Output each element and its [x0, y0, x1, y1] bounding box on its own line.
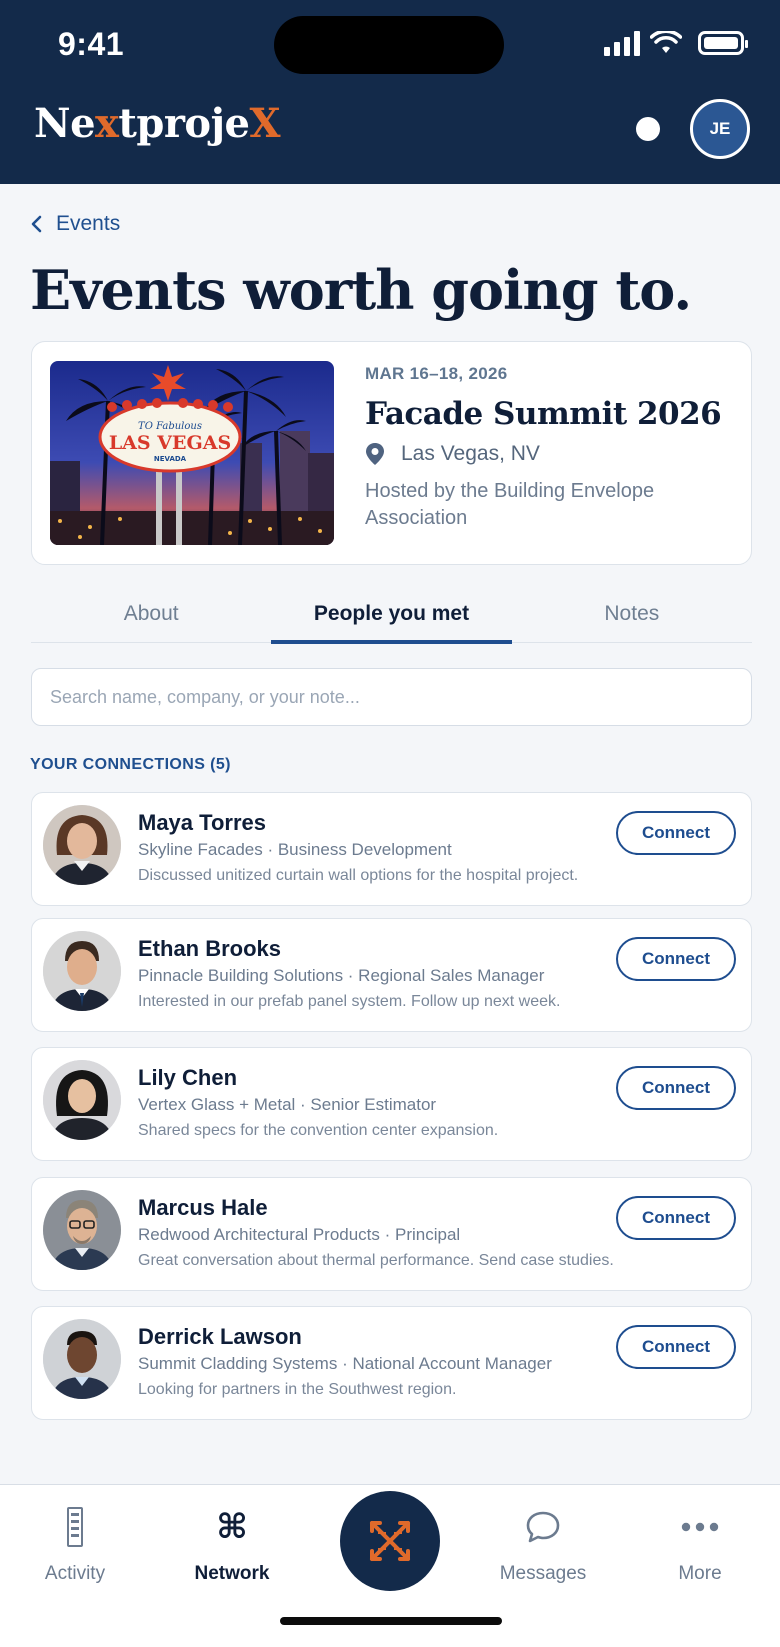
more-dots-icon	[681, 1522, 719, 1532]
profile-avatar[interactable]: JE	[690, 99, 750, 159]
nav-activity-label: Activity	[44, 1563, 106, 1584]
connection-note: Discussed unitized curtain wall options …	[138, 867, 579, 884]
nav-more-label: More	[678, 1563, 722, 1584]
chevron-left-icon	[31, 215, 42, 233]
connection-role: Vertex Glass + Metal · Senior Estimator	[138, 1095, 437, 1114]
avatar	[43, 805, 121, 885]
connection-role: Redwood Architectural Products · Princip…	[138, 1225, 461, 1244]
connect-button[interactable]: Connect	[616, 811, 736, 855]
nextprojex-x-icon	[370, 1521, 410, 1561]
connect-button[interactable]: Connect	[616, 937, 736, 981]
search-input[interactable]	[31, 668, 752, 726]
location-pin-icon	[366, 443, 384, 465]
nav-network-label: Network	[194, 1563, 270, 1584]
connection-name: Marcus Hale	[138, 1195, 268, 1220]
tab-notes[interactable]: Notes	[512, 590, 752, 642]
connection-card[interactable]: Marcus Hale Redwood Architectural Produc…	[31, 1177, 752, 1291]
connection-note: Interested in our prefab panel system. F…	[138, 993, 561, 1010]
connection-name: Ethan Brooks	[138, 936, 282, 961]
event-location-label: Las Vegas, NV	[401, 442, 540, 465]
status-time: 9:41	[58, 26, 125, 62]
tab-about[interactable]: About	[31, 590, 271, 642]
svg-text:TO Fabulous: TO Fabulous	[138, 421, 202, 432]
tab-people-you-met[interactable]: People you met	[271, 590, 512, 644]
home-indicator	[280, 1617, 502, 1625]
dynamic-island	[274, 16, 504, 74]
activity-icon	[67, 1507, 83, 1547]
connection-name: Lily Chen	[138, 1065, 238, 1090]
avatar	[43, 931, 121, 1011]
wifi-icon	[650, 31, 682, 53]
chat-bubble-icon	[526, 1511, 560, 1543]
connect-button[interactable]: Connect	[616, 1196, 736, 1240]
connection-name: Derrick Lawson	[138, 1324, 302, 1349]
back-link-label: Events	[56, 212, 121, 235]
connection-role: Summit Cladding Systems · National Accou…	[138, 1354, 552, 1373]
connection-note: Looking for partners in the Southwest re…	[138, 1381, 457, 1398]
connection-note: Shared specs for the convention center e…	[138, 1122, 499, 1139]
event-image: TO Fabulous LAS VEGAS NEVADA	[50, 361, 334, 545]
connection-card[interactable]: Lily Chen Vertex Glass + Metal · Senior …	[31, 1047, 752, 1161]
connection-card[interactable]: Maya Torres Skyline Facades · Business D…	[31, 792, 752, 906]
nav-center-button[interactable]	[340, 1491, 440, 1591]
back-link[interactable]: Events	[30, 212, 120, 236]
event-location: Las Vegas, NV	[365, 442, 540, 466]
svg-text:NEVADA: NEVADA	[154, 455, 187, 463]
event-host: Hosted by the Building Envelope Associat…	[365, 480, 655, 529]
battery-icon	[698, 31, 748, 55]
svg-text:LAS VEGAS: LAS VEGAS	[109, 432, 231, 454]
command-icon: ⌘	[216, 1507, 248, 1547]
nav-network[interactable]: ⌘ Network	[172, 1503, 292, 1585]
event-date: MAR 16–18, 2026	[365, 364, 508, 383]
connect-button[interactable]: Connect	[616, 1325, 736, 1369]
nav-messages-label: Messages	[499, 1563, 587, 1584]
event-card[interactable]: TO Fabulous LAS VEGAS NEVADA MAR 16–18, …	[31, 341, 752, 565]
status-icons	[604, 30, 748, 56]
bottom-nav: Activity ⌘ Network Messages More	[0, 1484, 780, 1647]
notification-dot[interactable]	[636, 117, 660, 141]
avatar	[43, 1060, 121, 1140]
avatar	[43, 1319, 121, 1399]
event-tabs: About People you met Notes	[31, 590, 752, 644]
connection-card[interactable]: Derrick Lawson Summit Cladding Systems ·…	[31, 1306, 752, 1420]
cellular-signal-icon	[604, 30, 640, 56]
nextprojex-logo[interactable]: NextprojeX	[34, 100, 281, 147]
nav-more[interactable]: More	[640, 1503, 760, 1585]
connection-role: Skyline Facades · Business Development	[138, 840, 452, 859]
nav-messages[interactable]: Messages	[483, 1503, 603, 1585]
connection-card[interactable]: Ethan Brooks Pinnacle Building Solutions…	[31, 918, 752, 1032]
avatar	[43, 1190, 121, 1270]
event-name: Facade Summit 2026	[365, 396, 722, 432]
connections-section-label: YOUR CONNECTIONS (5)	[30, 756, 231, 773]
nav-activity[interactable]: Activity	[15, 1503, 135, 1585]
page-title: Events worth going to.	[30, 258, 692, 322]
app-header: 9:41 NextprojeX JE	[0, 0, 780, 184]
connection-role: Pinnacle Building Solutions · Regional S…	[138, 966, 545, 985]
connect-button[interactable]: Connect	[616, 1066, 736, 1110]
connection-name: Maya Torres	[138, 810, 266, 835]
connection-note: Great conversation about thermal perform…	[138, 1252, 614, 1269]
